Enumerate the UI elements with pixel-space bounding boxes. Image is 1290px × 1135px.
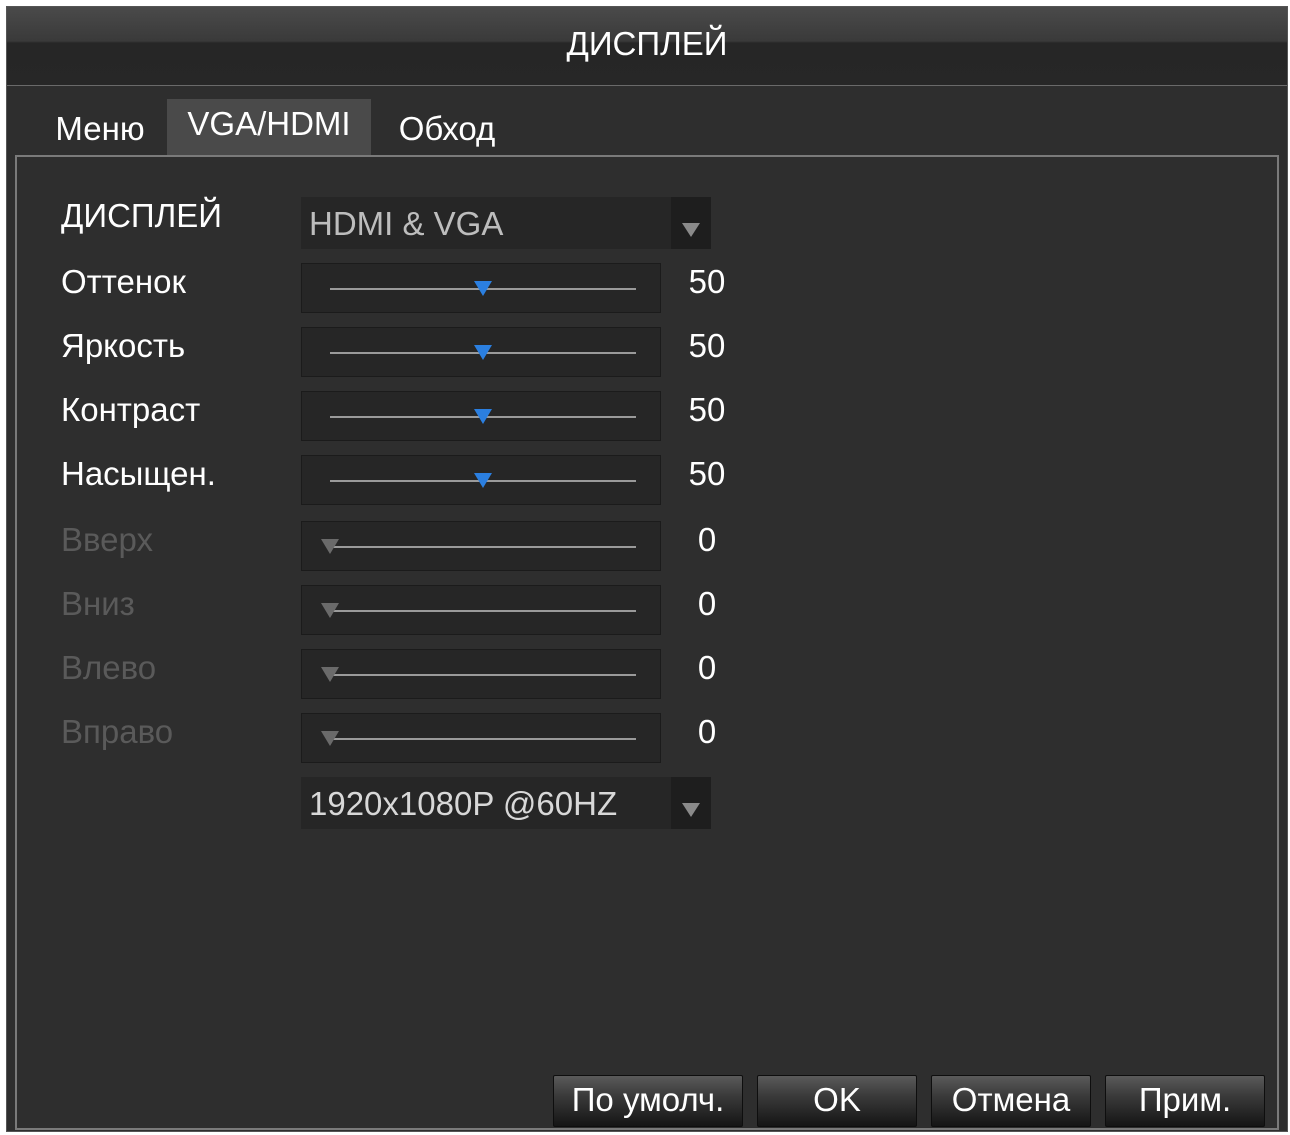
apply-button[interactable]: Прим. bbox=[1105, 1075, 1265, 1127]
slider-thumb bbox=[321, 603, 339, 618]
chevron-down-icon[interactable] bbox=[671, 777, 711, 829]
title-bar[interactable]: ДИСПЛЕЙ bbox=[7, 7, 1287, 86]
saturation-label: Насыщен. bbox=[61, 455, 216, 492]
slider-thumb bbox=[321, 539, 339, 554]
tab-vga-hdmi[interactable]: VGA/HDMI bbox=[167, 99, 371, 155]
slider-track bbox=[330, 674, 636, 676]
resolution-dropdown[interactable]: 1920x1080P @60HZ bbox=[301, 777, 711, 829]
bottom-margin-label: Вниз bbox=[61, 585, 135, 622]
saturation-slider[interactable] bbox=[301, 455, 661, 505]
hue-slider[interactable] bbox=[301, 263, 661, 313]
top-margin-value: 0 bbox=[697, 521, 717, 558]
tab-menu[interactable]: Меню bbox=[41, 99, 159, 155]
display-output-value: HDMI & VGA bbox=[309, 205, 504, 242]
brightness-label: Яркость bbox=[61, 327, 186, 364]
slider-thumb[interactable] bbox=[474, 281, 492, 296]
cancel-button[interactable]: Отмена bbox=[931, 1075, 1091, 1127]
right-margin-value: 0 bbox=[697, 713, 717, 750]
brightness-slider[interactable] bbox=[301, 327, 661, 377]
resolution-value: 1920x1080P @60HZ bbox=[309, 785, 618, 822]
slider-track bbox=[330, 610, 636, 612]
ok-button[interactable]: OK bbox=[757, 1075, 917, 1127]
right-margin-slider bbox=[301, 713, 661, 763]
slider-thumb bbox=[321, 731, 339, 746]
slider-thumb bbox=[321, 667, 339, 682]
hue-label: Оттенок bbox=[61, 263, 186, 300]
display-label: ДИСПЛЕЙ bbox=[61, 197, 223, 234]
display-output-dropdown[interactable]: HDMI & VGA bbox=[301, 197, 711, 249]
left-margin-value: 0 bbox=[697, 649, 717, 686]
left-margin-label: Влево bbox=[61, 649, 157, 686]
slider-track bbox=[330, 738, 636, 740]
contrast-value: 50 bbox=[688, 391, 726, 428]
bottom-margin-value: 0 bbox=[697, 585, 717, 622]
top-margin-slider bbox=[301, 521, 661, 571]
top-margin-label: Вверх bbox=[61, 521, 154, 558]
left-margin-slider bbox=[301, 649, 661, 699]
slider-track bbox=[330, 546, 636, 548]
slider-thumb[interactable] bbox=[474, 409, 492, 424]
right-margin-label: Вправо bbox=[61, 713, 174, 750]
slider-thumb[interactable] bbox=[474, 473, 492, 488]
chevron-down-icon[interactable] bbox=[671, 197, 711, 249]
contrast-slider[interactable] bbox=[301, 391, 661, 441]
settings-panel: ДИСПЛЕЙ HDMI & VGA Оттенок 50 Яркость 50… bbox=[15, 155, 1279, 1130]
slider-thumb[interactable] bbox=[474, 345, 492, 360]
bottom-margin-slider bbox=[301, 585, 661, 635]
default-button[interactable]: По умолч. bbox=[553, 1075, 743, 1127]
display-settings-window: ДИСПЛЕЙ Меню VGA/HDMI Обход ДИСПЛЕЙ HDMI… bbox=[6, 6, 1288, 1132]
saturation-value: 50 bbox=[688, 455, 726, 492]
brightness-value: 50 bbox=[688, 327, 726, 364]
tab-bypass[interactable]: Обход bbox=[379, 99, 515, 155]
hue-value: 50 bbox=[688, 263, 726, 300]
tab-bar: Меню VGA/HDMI Обход bbox=[7, 99, 1287, 155]
window-title: ДИСПЛЕЙ bbox=[566, 25, 728, 62]
contrast-label: Контраст bbox=[61, 391, 201, 428]
